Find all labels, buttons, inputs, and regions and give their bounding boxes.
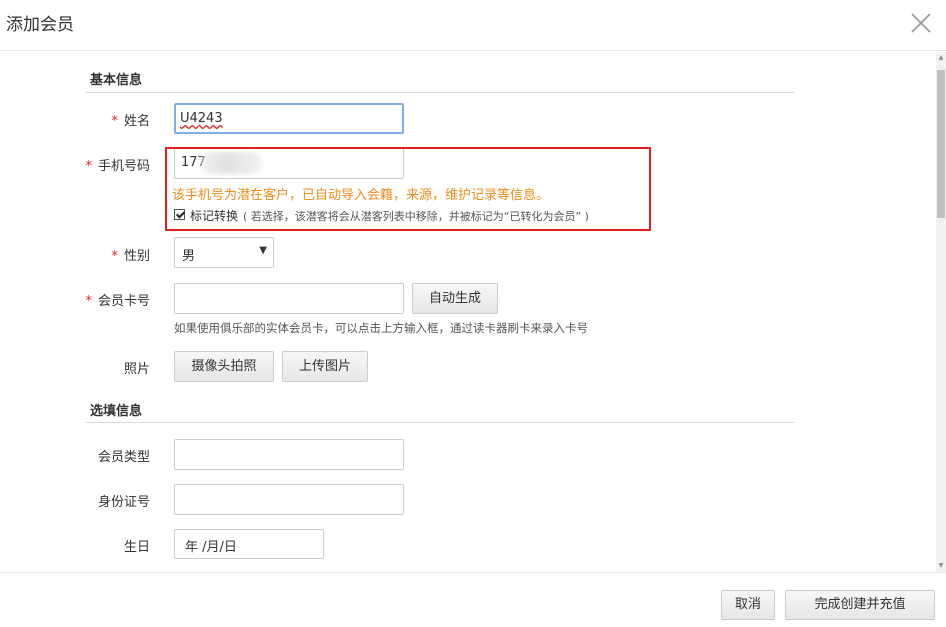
gender-value: 男 bbox=[182, 249, 196, 264]
name-label: * 姓名 bbox=[111, 114, 150, 129]
cancel-button[interactable]: 取消 bbox=[721, 590, 775, 620]
birthday-label: 生日 bbox=[123, 540, 150, 555]
card-number-input[interactable] bbox=[174, 283, 404, 314]
member-type-input[interactable] bbox=[174, 439, 404, 470]
create-and-recharge-button[interactable]: 完成创建并充值 bbox=[785, 590, 935, 620]
id-number-input[interactable] bbox=[174, 484, 404, 515]
dialog-title: 添加会员 bbox=[6, 15, 74, 35]
upload-image-button[interactable]: 上传图片 bbox=[282, 351, 368, 382]
section-divider bbox=[86, 92, 794, 93]
gender-label: * 性别 bbox=[111, 249, 150, 264]
mark-convert-checkbox[interactable] bbox=[174, 209, 185, 220]
photo-label: 照片 bbox=[123, 362, 150, 377]
dialog-body: 基本信息 * 姓名 U4243 * 手机号码 177 该手机号为潜在客户，已自动导入… bbox=[0, 52, 946, 572]
potential-customer-warning: 该手机号为潜在客户，已自动导入会籍，来源，维护记录等信息。 bbox=[172, 188, 550, 203]
section-title-optional: 选填信息 bbox=[90, 404, 143, 419]
id-number-label: 身份证号 bbox=[97, 495, 150, 510]
birthday-input[interactable]: 年 /月/日 bbox=[174, 529, 324, 559]
required-mark: * bbox=[111, 249, 118, 264]
name-value: U4243 bbox=[180, 111, 223, 126]
phone-redaction bbox=[200, 152, 262, 174]
mark-convert-label[interactable]: 标记转换 bbox=[190, 207, 238, 224]
scroll-up-icon[interactable]: ▲ bbox=[937, 53, 945, 63]
dialog-footer: 取消 完成创建并充值 bbox=[0, 572, 946, 627]
scroll-down-icon[interactable]: ▼ bbox=[937, 561, 945, 571]
required-mark: * bbox=[85, 294, 92, 309]
section-title-basic: 基本信息 bbox=[90, 73, 143, 88]
card-number-label: * 会员卡号 bbox=[85, 294, 150, 309]
required-mark: * bbox=[85, 159, 92, 174]
card-number-hint: 如果使用俱乐部的实体会员卡，可以点击上方输入框，通过读卡器刷卡来录入卡号 bbox=[174, 321, 588, 335]
close-icon bbox=[911, 13, 931, 33]
phone-label: * 手机号码 bbox=[85, 159, 150, 174]
dialog-header: 添加会员 bbox=[0, 0, 946, 51]
mark-convert-note: ( 若选择，该潜客将会从潜客列表中移除，并被标记为“已转化为会员” ) bbox=[243, 210, 589, 223]
scrollbar-thumb[interactable] bbox=[937, 70, 945, 218]
birthday-placeholder: 年 /月/日 bbox=[185, 540, 237, 555]
auto-generate-button[interactable]: 自动生成 bbox=[412, 283, 498, 314]
section-divider bbox=[86, 422, 794, 423]
gender-select[interactable]: 男 ▼ bbox=[174, 237, 274, 268]
camera-capture-button[interactable]: 摄像头拍照 bbox=[174, 351, 274, 382]
close-button[interactable] bbox=[906, 8, 936, 38]
caret-down-icon: ▼ bbox=[259, 245, 267, 256]
required-mark: * bbox=[111, 114, 118, 129]
member-type-label: 会员类型 bbox=[97, 450, 150, 465]
